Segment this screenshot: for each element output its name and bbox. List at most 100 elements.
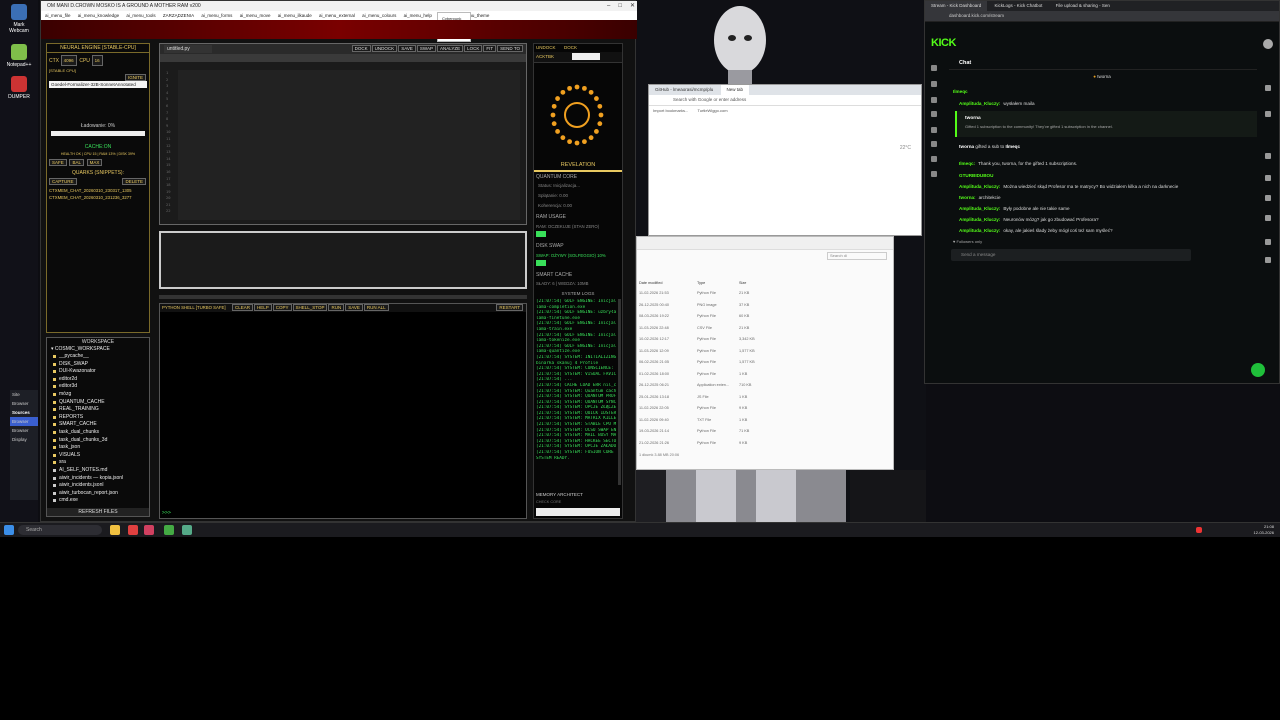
tree-item[interactable]: editor2d [47,376,149,384]
tree-item[interactable]: aiwir_incidents.jsonl [47,482,149,490]
sidebar-nav-icon[interactable] [931,156,937,162]
editor-tool-button[interactable]: SAVE [398,45,416,52]
toolbar-icon[interactable] [1265,111,1271,117]
obs-display[interactable]: Display [10,435,38,444]
snippet-item[interactable]: CTXMEM_CHAT_20260310_231236_3277 [47,194,149,201]
menu-knowledge[interactable]: ai_menu_knowledge [78,13,119,18]
tree-item[interactable]: VISUALS [47,452,149,460]
tree-item[interactable]: DISK_SWAP [47,361,149,369]
editor-tool-button[interactable]: FIT [483,45,497,52]
taskbar-clock[interactable]: 21:08 12-03-2026 [1254,524,1274,536]
toolbar-icon[interactable] [1265,153,1271,159]
terminal-icon[interactable] [164,525,174,535]
chat-username[interactable]: Amplituda_Kluczy: [959,206,1000,211]
kick-tab-upload[interactable]: File upload & sharing - Sen [1050,1,1116,11]
logs-scrollbar[interactable] [618,299,621,485]
menu-ilkaude[interactable]: ai_menu_ilkaude [278,13,312,18]
active-tab[interactable]: ACKTBK [536,54,554,59]
obs-browser-source-2[interactable]: Browser [10,426,38,435]
chat-username[interactable]: tworna: [959,195,976,200]
chrome-tab-new[interactable]: New tab [720,85,750,95]
ctx-input[interactable]: 4096 [60,55,77,66]
taskbar-search[interactable]: Search [18,525,102,535]
editor-tab[interactable]: untitled.py [164,45,212,53]
tree-item[interactable]: DUI-Kwazonator [47,368,149,376]
toolbar-icon[interactable] [1265,239,1271,245]
chrome-tab-github[interactable]: GitHub - lmeaorasi/mcmp/plu [649,85,719,95]
browser-icon[interactable] [128,525,138,535]
shell-button[interactable]: HELP [254,304,272,311]
tree-item[interactable]: sra [47,459,149,467]
ignite-button[interactable]: IGNITE [124,74,146,81]
tree-item[interactable]: REAL_TRAINING [47,406,149,414]
maximize-icon[interactable]: □ [618,3,622,9]
tree-item[interactable]: aiwir_turbocan_report.json [47,490,149,498]
sidebar-nav-icon[interactable] [931,97,937,103]
undock-button[interactable]: UNDOCK [536,45,556,50]
app-icon[interactable] [144,525,154,535]
dock-button[interactable]: DOCK [564,45,577,50]
python-icon[interactable] [182,525,192,535]
output-box[interactable] [159,231,527,289]
bal-button[interactable]: BAL [69,159,84,166]
gift-recipient[interactable]: Ilmeqc [1005,144,1020,149]
menu-zarzadzenia[interactable]: ZARZĄDZENIA [163,13,194,18]
menu-file[interactable]: ai_menu_file [45,13,71,18]
safe-button[interactable]: SAFE [49,159,67,166]
editor-tool-button[interactable]: ANALYZE [436,45,464,52]
chat-username[interactable]: Amplituda_Kluczy: [959,217,1000,222]
tree-item[interactable]: task_dual_chunks_3d [47,437,149,445]
max-button[interactable]: MAX [86,159,103,166]
sidebar-nav-icon[interactable] [931,141,937,147]
col-size[interactable]: Size [739,281,746,285]
col-date-modified[interactable]: Date modified [639,281,662,285]
col-type[interactable]: Type [697,281,705,285]
menu-tools[interactable]: ai_menu_tools [126,13,155,18]
start-icon[interactable] [4,525,14,535]
toolbar-icon[interactable] [1265,85,1271,91]
bookmark-turtle[interactable]: TurtleWiggo.com [697,108,727,113]
chrome-address-bar[interactable]: Search with Google or enter address [649,95,921,106]
explorer-search[interactable]: Search di [827,252,887,260]
toolbar-icon[interactable] [1265,215,1271,221]
tree-item[interactable]: AI_SELF_NOTES.md [47,467,149,475]
snippet-item[interactable]: CTXMEM_CHAT_20260310_230317_1305 [47,187,149,194]
editor-tool-button[interactable]: DOCK [351,45,371,52]
sidebar-nav-icon[interactable] [931,171,937,177]
memory-input[interactable] [536,508,620,516]
menu-external[interactable]: ai_menu_external [319,13,355,18]
obs-site[interactable]: Site [10,390,38,399]
editor-tool-button[interactable]: SWAP [416,45,436,52]
cpu-input[interactable]: 16 [91,55,103,66]
tree-item[interactable]: cmd.exe [47,497,149,505]
bookmark-import[interactable]: Import bookmarks... [653,108,688,113]
shell-button[interactable]: SAVE [345,304,363,311]
editor-tool-button[interactable]: LOCK [464,45,483,52]
splitter-handle[interactable] [159,295,527,299]
avatar[interactable] [1263,39,1273,49]
tree-item[interactable]: __pycache__ [47,353,149,361]
kick-logo[interactable]: KICK [931,37,956,49]
refresh-files-button[interactable]: REFRESH FILES [47,508,149,516]
desktop-icon-webcam[interactable]: Mark Webcam [4,4,34,34]
menu-colours[interactable]: ai_menu_colours [362,13,396,18]
toolbar-icon[interactable] [1265,257,1271,263]
tree-item[interactable]: aiwir_incidents — kopia.jsonl [47,475,149,483]
tree-item[interactable]: task_json [47,444,149,452]
menu-help[interactable]: ai_menu_help [404,13,432,18]
menu-move[interactable]: ai_menu_move [240,13,271,18]
toolbar-icon[interactable] [1265,175,1271,181]
tab-input[interactable] [572,53,600,60]
tree-item[interactable]: task_dual_chunks [47,429,149,437]
tree-item[interactable]: SMART_CACHE [47,421,149,429]
shell-button[interactable]: SHELL_STOP [292,304,328,311]
editor-tool-button[interactable]: SEND TO [497,45,523,52]
kick-address-bar[interactable]: dashboard.kick.com/stream [925,11,1279,22]
workspace-root[interactable]: ▾ COSMIC_WORKSPACE [47,346,149,353]
kick-tab-chatbot[interactable]: KickLogs - Kick Chatbot [989,1,1049,11]
toolbar-icon[interactable] [1265,195,1271,201]
restart-button[interactable]: RESTART [496,304,523,311]
sidebar-nav-icon[interactable] [931,81,937,87]
sidebar-nav-icon[interactable] [931,127,937,133]
code-area[interactable] [178,70,520,220]
